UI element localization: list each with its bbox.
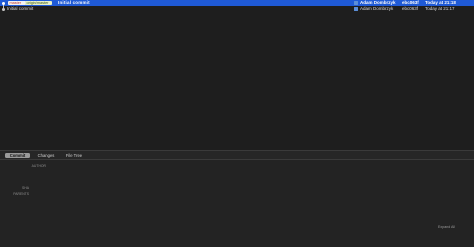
tab-divider	[0, 159, 474, 160]
commit-sha: ebc063f	[402, 6, 419, 11]
author-icon	[354, 7, 358, 11]
author-label: AUTHOR	[31, 164, 46, 168]
commit-date: Today at 21:17	[425, 6, 455, 11]
commit-graph-node	[2, 7, 5, 11]
tab-commit[interactable]: Commit	[5, 152, 30, 158]
sha-label: SHA	[22, 186, 29, 190]
tab-file-tree[interactable]: File Tree	[63, 153, 85, 158]
branch-tag-master[interactable]: master	[8, 0, 26, 6]
expand-all-button[interactable]: Expand All	[438, 225, 455, 229]
commit-subject: Initial commit	[7, 6, 34, 11]
author-icon	[354, 1, 358, 5]
tab-changes[interactable]: Changes	[35, 153, 57, 158]
commit-details-panel: Commit Changes File Tree AUTHOR SHA PARE…	[0, 151, 474, 247]
commit-author: Adam Dombrzyk	[360, 6, 394, 11]
commit-history-list: master origin/master Initial commit Adam…	[0, 0, 474, 150]
details-tab-bar: Commit Changes File Tree	[0, 151, 474, 159]
parents-label: PARENTS	[13, 192, 29, 196]
commit-row[interactable]: Initial commit Adam Dombrzyk ebc063f Tod…	[0, 6, 474, 12]
branch-tag-origin-master[interactable]: origin/master	[25, 0, 52, 6]
